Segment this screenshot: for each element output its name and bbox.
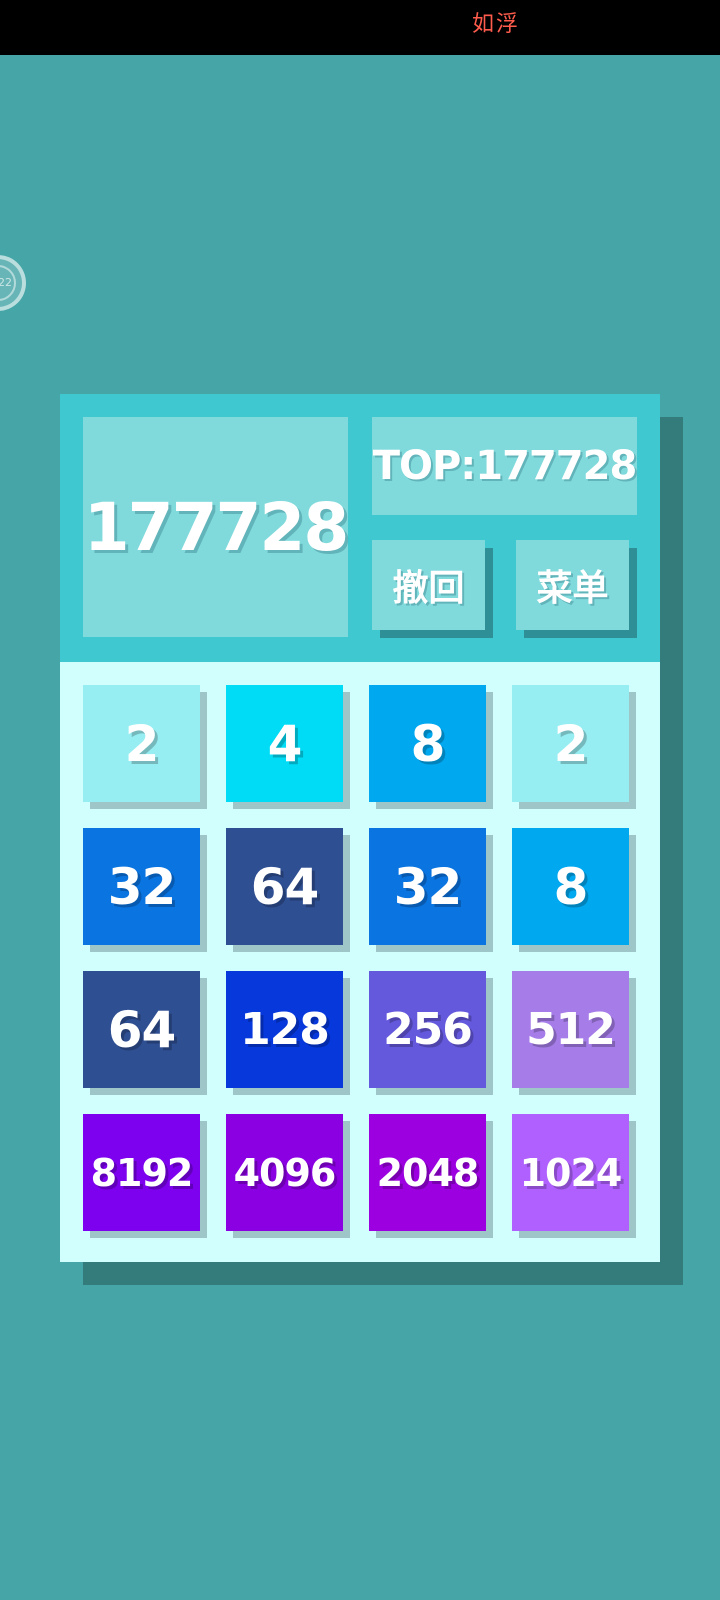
menu-button[interactable]: 菜单 xyxy=(516,540,629,630)
tile: 1024 xyxy=(512,1114,629,1231)
tile: 64 xyxy=(83,971,200,1088)
tile: 32 xyxy=(369,828,486,945)
tile: 2 xyxy=(83,685,200,802)
tile-value: 1024 xyxy=(519,1150,623,1195)
current-score: 177728 xyxy=(83,488,350,566)
tile-value: 64 xyxy=(250,857,320,916)
tile: 8 xyxy=(512,828,629,945)
status-center-text: 如浮 xyxy=(472,12,521,37)
tile-value: 128 xyxy=(240,1004,330,1055)
tile: 2048 xyxy=(369,1114,486,1231)
tile: 4096 xyxy=(226,1114,343,1231)
tile-value: 64 xyxy=(107,1000,177,1059)
tile-value: 8 xyxy=(410,714,446,773)
tile-value: 4096 xyxy=(233,1150,337,1195)
floating-bubble-text: 22 xyxy=(0,276,12,289)
tile-value: 4 xyxy=(267,714,303,773)
tile-value: 512 xyxy=(526,1004,616,1055)
tile: 32 xyxy=(83,828,200,945)
tile: 2 xyxy=(512,685,629,802)
tile-value: 32 xyxy=(393,857,463,916)
tile: 128 xyxy=(226,971,343,1088)
tile-value: 2 xyxy=(124,714,160,773)
game-header: 177728 TOP:177728 撤回 菜单 xyxy=(60,394,660,662)
tile-value: 8 xyxy=(553,857,589,916)
tile-value: 2 xyxy=(553,714,589,773)
tile: 4 xyxy=(226,685,343,802)
score-panel: 177728 xyxy=(83,417,350,637)
tile: 8 xyxy=(369,685,486,802)
floating-assist-bubble[interactable]: 22 xyxy=(0,255,26,311)
top-score: TOP:177728 xyxy=(372,443,638,489)
undo-button[interactable]: 撤回 xyxy=(372,540,485,630)
tile: 256 xyxy=(369,971,486,1088)
tile: 64 xyxy=(226,828,343,945)
tile-value: 32 xyxy=(107,857,177,916)
tile: 512 xyxy=(512,971,629,1088)
tile: 8192 xyxy=(83,1114,200,1231)
undo-button-label: 撤回 xyxy=(392,568,465,609)
tile-value: 2048 xyxy=(376,1150,480,1195)
tile-value: 8192 xyxy=(90,1150,194,1195)
top-score-panel: TOP:177728 xyxy=(372,417,637,515)
tile-value: 256 xyxy=(383,1004,473,1055)
menu-button-label: 菜单 xyxy=(536,568,609,609)
status-bar: 如浮 xyxy=(0,0,720,55)
game-grid[interactable]: 2 4 8 2 32 64 32 8 64 128 256 512 8192 4096 2048 1024 xyxy=(60,662,660,1262)
